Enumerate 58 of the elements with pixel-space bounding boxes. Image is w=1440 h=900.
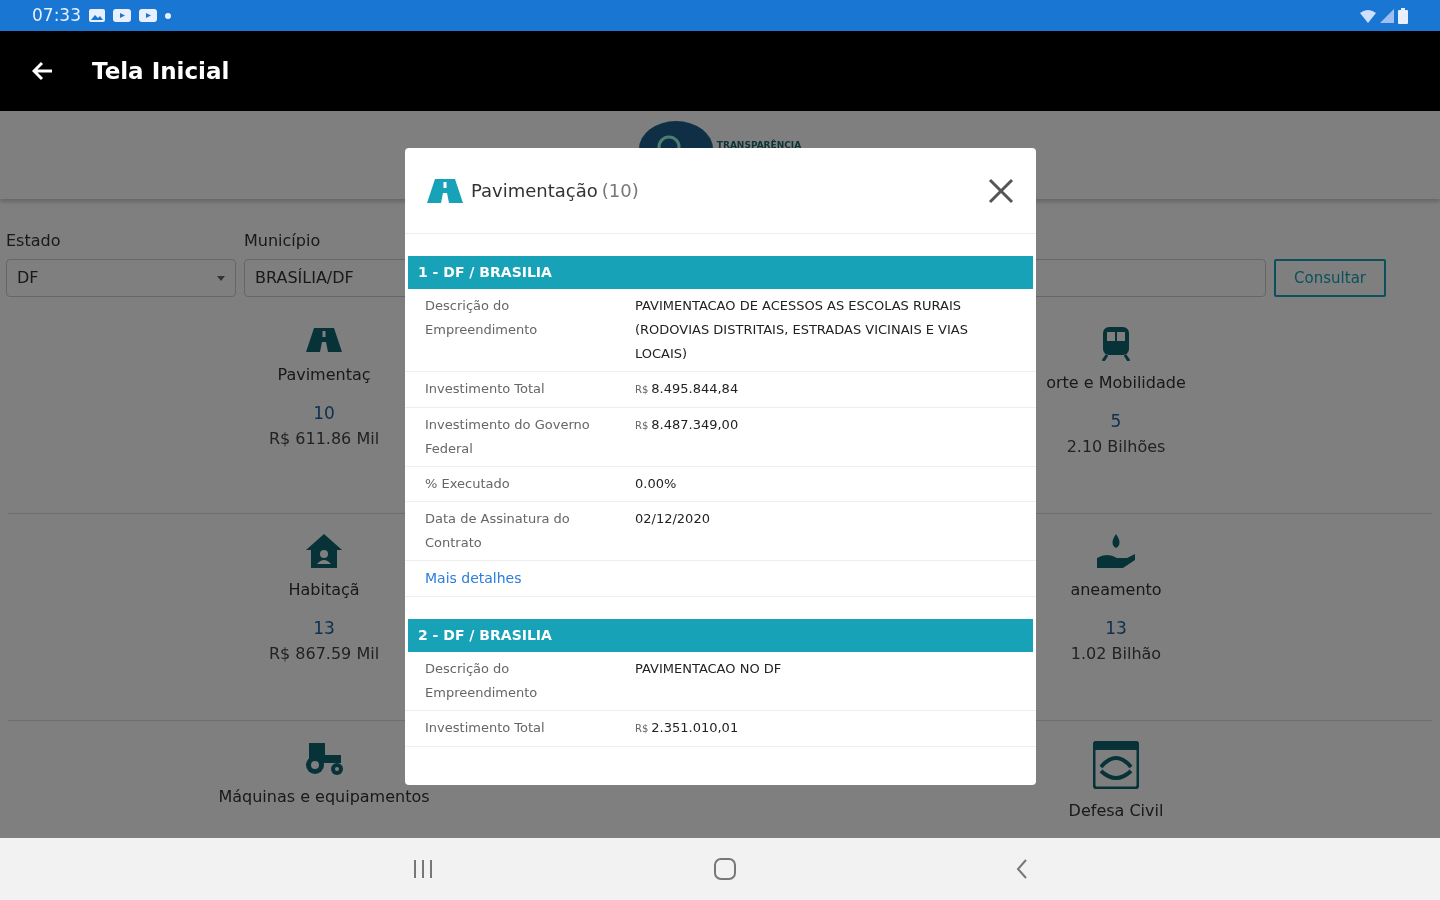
state-select[interactable]: DF	[6, 259, 236, 297]
recents-icon[interactable]	[412, 860, 434, 878]
category-name: Habitaçã	[288, 579, 360, 601]
gallery-icon	[89, 9, 105, 22]
category-amount: R$ 611.86 Mil	[268, 427, 380, 450]
road-icon	[427, 178, 463, 203]
video-icon	[113, 9, 131, 22]
category-amount: R$ 867.59 Mil	[268, 642, 380, 665]
monitor-icon	[1093, 741, 1139, 789]
field-label: Descrição do Empreendimento	[425, 297, 539, 339]
logo-text: TRANSPARÊNCIA	[716, 139, 802, 152]
consult-button[interactable]: Consultar	[1274, 259, 1386, 297]
field-label: Data de Assinatura do Contrato	[425, 510, 571, 552]
category-name: orte e Mobilidade	[1046, 372, 1186, 394]
item-header: 1 - DF / BRASILIA	[408, 256, 1033, 289]
field-label: Descrição do Empreendimento	[425, 660, 539, 702]
category-amount: 2.10 Bilhões	[1066, 435, 1166, 458]
category-count: 13	[1105, 617, 1127, 640]
hand-drop-icon	[1097, 534, 1135, 568]
item-header: 2 - DF / BRASILIA	[408, 619, 1033, 652]
field-label: Estado	[6, 230, 62, 252]
video-icon	[139, 9, 157, 22]
category-name: aneamento	[1070, 579, 1162, 601]
dot-icon	[165, 12, 171, 19]
battery-icon	[1398, 7, 1408, 24]
field-value: PAVIMENTACAO NO DF	[635, 660, 782, 678]
signal-icon	[1380, 8, 1394, 23]
category-name: Pavimentaç	[277, 364, 371, 386]
field-label: Investimento Total	[425, 380, 546, 398]
road-icon	[306, 327, 342, 353]
field-value: R$ 8.495.844,84	[635, 380, 739, 398]
home-icon[interactable]	[714, 858, 736, 880]
field-value: R$ 2.351.010,01	[635, 719, 739, 737]
field-value: R$ 8.487.349,00	[635, 416, 739, 434]
house-icon	[306, 534, 342, 568]
category-count: 13	[313, 617, 335, 640]
modal-count: (10)	[601, 179, 639, 203]
field-label: Município	[244, 230, 322, 252]
field-value: 02/12/2020	[635, 510, 710, 528]
category-name: Máquinas e equipamentos	[218, 786, 430, 808]
tractor-icon	[303, 741, 345, 775]
close-button[interactable]	[988, 177, 1014, 204]
details-link[interactable]: Mais detalhes	[425, 570, 522, 586]
field-label: % Executado	[425, 475, 511, 493]
status-time: 07:33	[32, 3, 81, 27]
train-icon	[1101, 327, 1131, 361]
category-count: 10	[313, 402, 335, 425]
field-label: Investimento do Governo Federal	[425, 416, 591, 458]
field-value: PAVIMENTACAO DE ACESSOS AS ESCOLAS RURAIS (RODOVIAS DISTRITAIS, ESTRADAS VICINAIS E VIAS LOCAIS)	[635, 297, 969, 363]
category-name: Defesa Civil	[1068, 800, 1164, 822]
category-amount: 1.02 Bilhão	[1070, 642, 1162, 665]
modal-title: Pavimentação	[471, 179, 598, 203]
category-count: 5	[1110, 410, 1122, 433]
screen-title: Tela Inicial	[92, 56, 230, 86]
caret-icon	[217, 275, 225, 281]
wifi-icon	[1360, 8, 1376, 23]
field-label: Investimento Total	[425, 719, 546, 737]
field-value: 0.00%	[635, 475, 677, 493]
